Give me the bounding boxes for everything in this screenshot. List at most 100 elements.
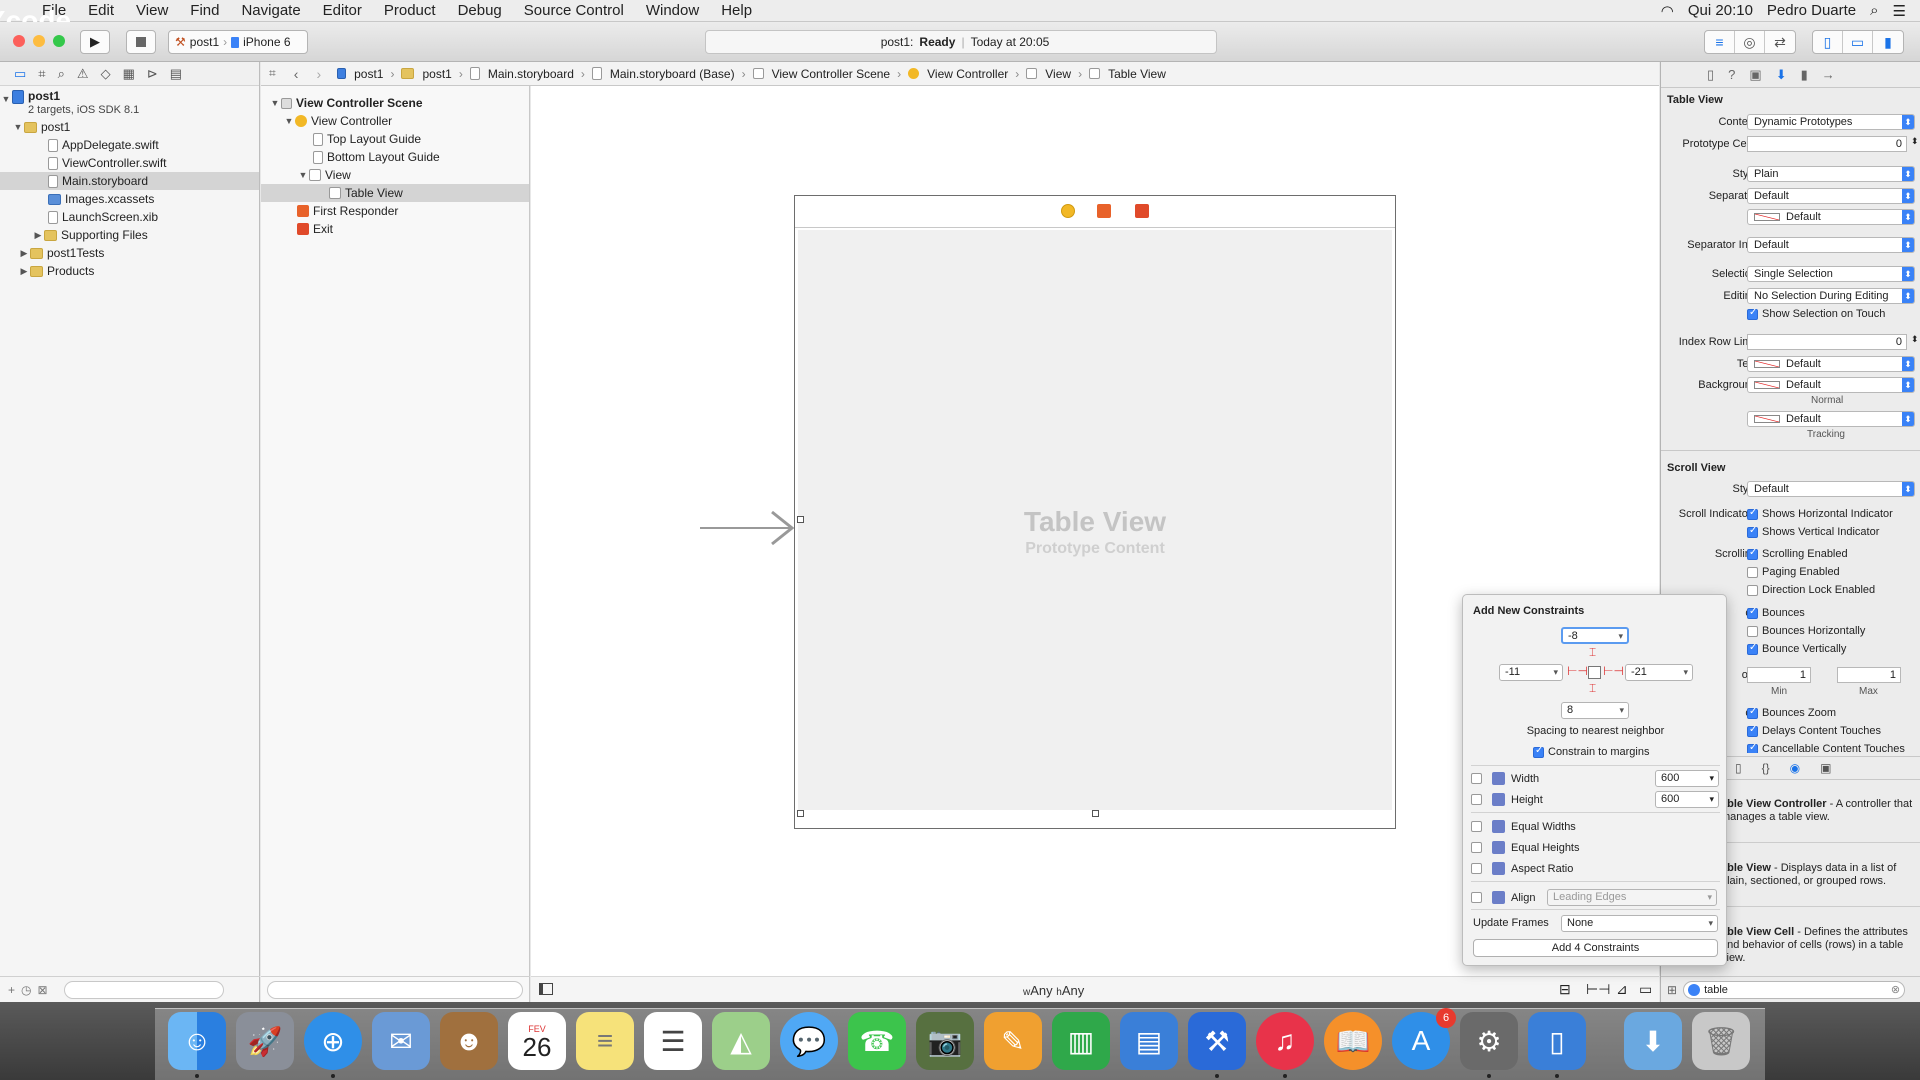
horizontal-indicator-checkbox[interactable]: Shows Horizontal Indicator	[1747, 507, 1893, 520]
trash-icon[interactable]: 🗑	[1692, 1012, 1750, 1070]
photo-booth-icon[interactable]: 📷	[916, 1012, 974, 1070]
pages-icon[interactable]: ✎	[984, 1012, 1042, 1070]
scheme-selector[interactable]: ⚒ post1 › iPhone 6	[168, 30, 308, 54]
nav-file-appdelegate[interactable]: AppDelegate.swift	[0, 136, 259, 154]
related-items-icon[interactable]: ⌗	[269, 66, 276, 81]
crumb-scene[interactable]: View Controller Scene	[752, 67, 890, 81]
show-selection-checkbox[interactable]: Show Selection on Touch	[1747, 307, 1920, 326]
view-controller-frame[interactable]: Table View Prototype Content	[794, 195, 1396, 829]
resolve-issues-icon[interactable]: ⊿	[1616, 981, 1628, 998]
stop-button[interactable]	[126, 30, 156, 54]
notification-center-icon[interactable]: ☰	[1893, 2, 1906, 20]
quick-help-icon[interactable]: ?	[1728, 67, 1735, 82]
outline-toggle-icon[interactable]	[539, 983, 553, 995]
system-preferences-icon[interactable]: ⚙	[1460, 1012, 1518, 1070]
menu-debug[interactable]: Debug	[447, 0, 513, 22]
maps-icon[interactable]: ◭	[712, 1012, 770, 1070]
library-item-table-view[interactable]: able View - Displays data in a list of p…	[1721, 862, 1917, 888]
zoom-window-button[interactable]	[53, 35, 65, 47]
bounce-vertically-checkbox[interactable]: Bounce Vertically	[1747, 642, 1846, 655]
crumb-view-controller[interactable]: View Controller	[908, 67, 1008, 81]
resize-handle-left[interactable]	[797, 516, 804, 523]
code-snippet-icon[interactable]: {}	[1762, 761, 1770, 775]
keynote-icon[interactable]: ▤	[1120, 1012, 1178, 1070]
right-spacing-field[interactable]: -21	[1625, 664, 1693, 681]
close-window-button[interactable]	[13, 35, 25, 47]
minimize-window-button[interactable]	[33, 35, 45, 47]
outline-view[interactable]: ▼ View	[261, 166, 529, 184]
facetime-icon[interactable]: ☎	[848, 1012, 906, 1070]
library-search-input[interactable]: table ⊗	[1683, 980, 1906, 999]
zoom-max-field[interactable]: 1	[1837, 667, 1901, 683]
bottom-constraint-icon[interactable]: ⌶	[1589, 681, 1596, 696]
disclosure-closed-icon[interactable]: ▶	[32, 226, 44, 244]
breakpoint-nav-icon[interactable]: ⊳	[147, 66, 158, 82]
selection-popup[interactable]: Single Selection	[1747, 266, 1915, 282]
nav-group-supporting[interactable]: ▶ Supporting Files	[0, 226, 259, 244]
nav-file-viewcontroller[interactable]: ViewController.swift	[0, 154, 259, 172]
file-template-icon[interactable]: ▯	[1735, 761, 1742, 775]
bounces-checkbox[interactable]: Bounces	[1747, 606, 1805, 619]
xcode-icon[interactable]: ⚒	[1188, 1012, 1246, 1070]
forward-button[interactable]: ›	[316, 66, 321, 82]
navigator-toggle-icon[interactable]: ▯	[1813, 31, 1843, 53]
prototype-cells-field[interactable]: 0	[1747, 136, 1907, 152]
menu-help[interactable]: Help	[710, 0, 763, 22]
nav-group-tests[interactable]: ▶ post1Tests	[0, 244, 259, 262]
top-constraint-icon[interactable]: ⌶	[1589, 645, 1596, 660]
left-constraint-icon[interactable]: ⊢⊣	[1567, 664, 1588, 678]
disclosure-open-icon[interactable]: ▼	[0, 90, 12, 108]
utilities-toggle-icon[interactable]: ▮	[1873, 31, 1903, 53]
entry-point-arrow[interactable]	[700, 510, 796, 549]
search-nav-icon[interactable]: ⌕	[58, 66, 65, 82]
finder-icon[interactable]: ☺	[168, 1012, 226, 1070]
source-control-icon[interactable]: ⊠	[38, 983, 48, 997]
delays-touches-checkbox[interactable]: Delays Content Touches	[1747, 724, 1881, 737]
crumb-file[interactable]: Main.storyboard	[469, 67, 574, 81]
text-color-popup[interactable]: Default	[1747, 356, 1915, 372]
notes-icon[interactable]: ≡	[576, 1012, 634, 1070]
crumb-localization[interactable]: Main.storyboard (Base)	[591, 67, 735, 81]
height-constraint-row[interactable]: Height 600	[1471, 791, 1721, 808]
reminders-icon[interactable]: ☰	[644, 1012, 702, 1070]
update-frames-popup[interactable]: None	[1561, 915, 1718, 932]
disclosure-open-icon[interactable]: ▼	[283, 112, 295, 130]
view-controller-dock-icon[interactable]	[1061, 204, 1075, 218]
library-item-table-view-controller[interactable]: able View Controller - A controller that…	[1721, 798, 1917, 824]
wifi-icon[interactable]: ◠	[1661, 2, 1674, 20]
right-constraint-icon[interactable]: ⊢⊣	[1603, 664, 1624, 678]
style-popup[interactable]: Plain	[1747, 166, 1915, 182]
menu-view[interactable]: View	[125, 0, 179, 22]
index-limit-stepper[interactable]: ⬍	[1911, 334, 1919, 345]
standard-editor-icon[interactable]: ≡	[1705, 31, 1735, 53]
debug-nav-icon[interactable]: ▦	[123, 66, 135, 82]
disclosure-open-icon[interactable]: ▼	[269, 94, 281, 112]
outline-first-responder[interactable]: First Responder	[261, 202, 529, 220]
recent-icon[interactable]: ◷	[21, 983, 31, 997]
height-field[interactable]: 600	[1655, 791, 1719, 808]
user-name[interactable]: Pedro Duarte	[1767, 2, 1856, 19]
file-inspector-icon[interactable]: ▯	[1707, 67, 1714, 83]
crumb-view[interactable]: View	[1026, 67, 1071, 81]
background-color-popup[interactable]: Default	[1747, 377, 1915, 393]
menu-find[interactable]: Find	[179, 0, 230, 22]
object-library-icon[interactable]: ◉	[1790, 761, 1800, 775]
exit-dock-icon[interactable]	[1135, 204, 1149, 218]
navigator-filter-input[interactable]	[63, 980, 224, 999]
menu-window[interactable]: Window	[635, 0, 710, 22]
first-responder-dock-icon[interactable]	[1097, 204, 1111, 218]
equal-widths-row[interactable]: Equal Widths	[1471, 818, 1721, 835]
menu-navigate[interactable]: Navigate	[230, 0, 311, 22]
debug-area-toggle-icon[interactable]: ▭	[1843, 31, 1873, 53]
version-editor-icon[interactable]: ⇄	[1765, 31, 1795, 53]
disclosure-closed-icon[interactable]: ▶	[18, 262, 30, 280]
outline-exit[interactable]: Exit	[261, 220, 529, 238]
nav-file-main-storyboard[interactable]: Main.storyboard	[0, 172, 259, 190]
grid-view-icon[interactable]: ⊞	[1667, 983, 1677, 997]
spotlight-icon[interactable]: ⌕	[1870, 2, 1878, 19]
equal-heights-row[interactable]: Equal Heights	[1471, 839, 1721, 856]
outline-top-layout-guide[interactable]: Top Layout Guide	[261, 130, 529, 148]
resizing-behavior-icon[interactable]: ▭	[1639, 981, 1652, 998]
prototype-stepper[interactable]: ⬍	[1911, 136, 1919, 147]
connections-inspector-icon[interactable]: →	[1822, 67, 1835, 82]
